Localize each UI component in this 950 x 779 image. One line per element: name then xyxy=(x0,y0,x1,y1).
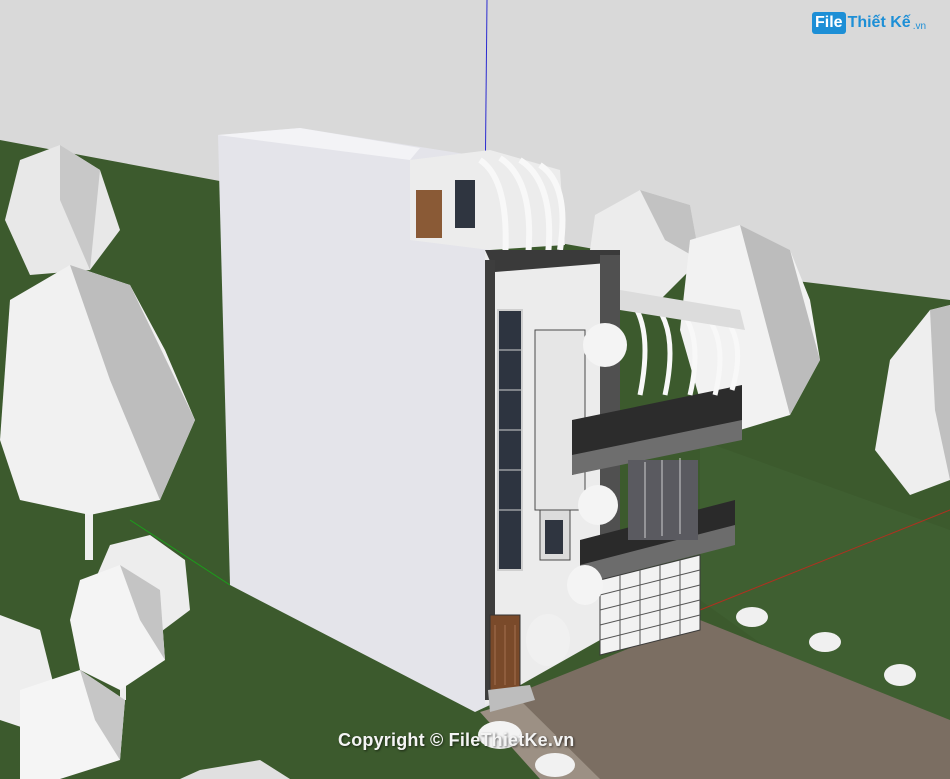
logo-text: Thiết Kế xyxy=(847,14,911,31)
vertical-window xyxy=(497,309,523,571)
logo-suffix: .vn xyxy=(912,20,927,32)
logo-box: File xyxy=(812,12,846,34)
site-logo: File Thiết Kế .vn xyxy=(812,12,926,34)
copyright-watermark: Copyright © FileThietKe.vn xyxy=(338,730,575,750)
sketchup-scene xyxy=(0,0,950,779)
